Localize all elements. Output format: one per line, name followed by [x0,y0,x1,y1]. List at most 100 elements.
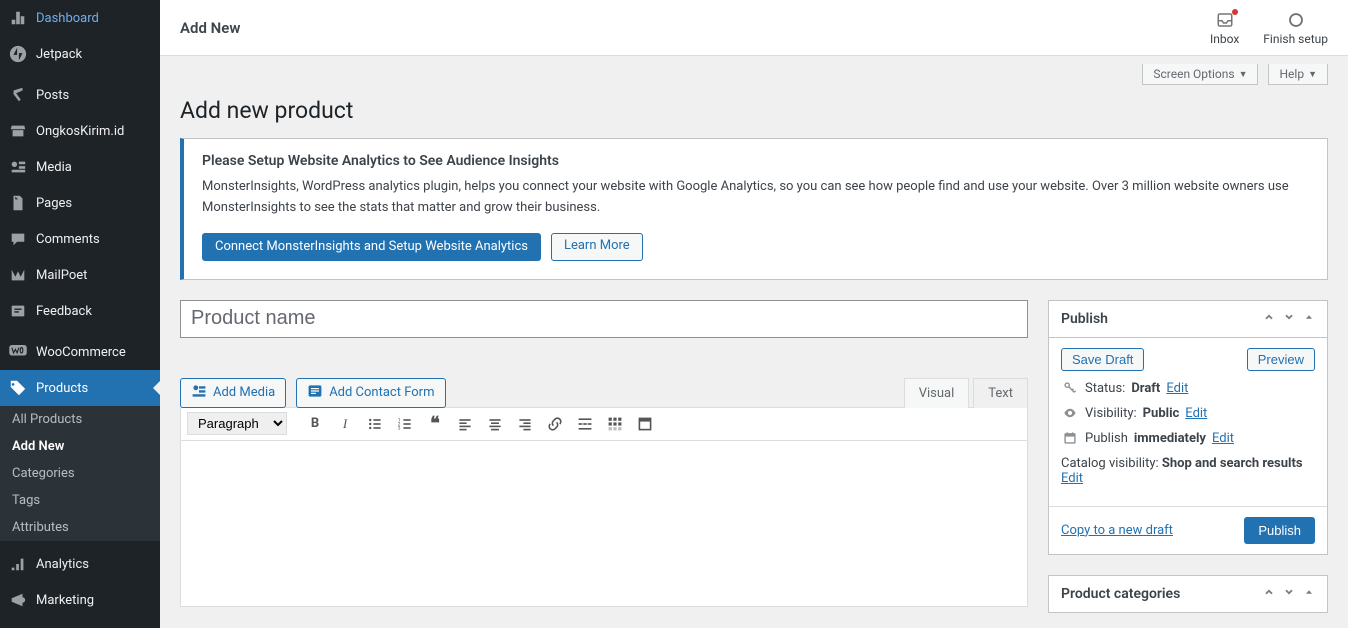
catalog-value: Shop and search results [1162,456,1303,471]
blockquote-button[interactable]: ❝ [421,411,449,437]
sidebar-item-mailpoet[interactable]: MailPoet [0,257,160,293]
move-up-button[interactable] [1263,586,1275,601]
move-down-button[interactable] [1283,586,1295,601]
align-center-button[interactable] [481,411,509,437]
sidebar-item-media[interactable]: Media [0,149,160,185]
publish-button[interactable]: Publish [1244,517,1315,544]
add-contact-form-button[interactable]: Add Contact Form [296,378,445,408]
catalog-label: Catalog visibility: [1061,456,1159,471]
visibility-value: Public [1143,406,1180,421]
submenu-all-products[interactable]: All Products [0,406,160,433]
save-draft-button[interactable]: Save Draft [1061,348,1144,371]
sidebar-item-label: Analytics [36,557,89,572]
bullet-list-button[interactable] [361,411,389,437]
categories-title: Product categories [1061,586,1180,602]
editor-toolbar-row: Paragraph B I 123 [181,408,1027,441]
fullscreen-button[interactable] [631,411,659,437]
admin-sidebar: Dashboard Jetpack Posts OngkosKirim.id M… [0,0,160,628]
woo-icon [8,342,28,362]
bold-button[interactable]: B [301,411,329,437]
connect-monsterinsights-button[interactable]: Connect MonsterInsights and Setup Websit… [202,233,541,261]
sidebar-item-woocommerce[interactable]: WooCommerce [0,334,160,370]
editor-tab-text[interactable]: Text [973,378,1028,408]
mailpoet-icon [8,265,28,285]
sidebar-item-label: WooCommerce [36,345,126,360]
inbox-button[interactable]: Inbox [1210,10,1239,46]
sidebar-item-comments[interactable]: Comments [0,221,160,257]
screen-options-button[interactable]: Screen Options ▼ [1142,64,1258,85]
insert-more-button[interactable] [571,411,599,437]
sidebar-item-label: MailPoet [36,268,87,283]
chevron-up-icon [1263,311,1275,323]
sidebar-item-label: Products [36,381,88,396]
sidebar-item-label: Jetpack [36,47,82,62]
analytics-icon [8,554,28,574]
submenu-categories[interactable]: Categories [0,460,160,487]
preview-button[interactable]: Preview [1247,348,1315,371]
sidebar-item-pages[interactable]: Pages [0,185,160,221]
sidebar-item-products[interactable]: Products [0,370,160,406]
sidebar-item-dashboard[interactable]: Dashboard [0,0,160,36]
chevron-up-icon [1263,586,1275,598]
eye-icon [1061,406,1079,420]
sidebar-item-marketing[interactable]: Marketing [0,582,160,618]
product-name-input[interactable] [180,300,1028,338]
media-icon [8,157,28,177]
copy-to-draft-link[interactable]: Copy to a new draft [1061,523,1173,538]
add-media-button[interactable]: Add Media [180,378,286,408]
sidebar-item-feedback[interactable]: Feedback [0,293,160,329]
publish-date-value: immediately [1134,431,1206,446]
sidebar-item-label: Pages [36,196,72,211]
edit-visibility-link[interactable]: Edit [1185,406,1207,421]
chevron-down-icon [1283,311,1295,323]
editor-tab-visual[interactable]: Visual [904,378,970,408]
visibility-label: Visibility: [1085,406,1137,421]
toggle-panel-button[interactable] [1303,311,1315,326]
svg-text:3: 3 [398,425,401,431]
sidebar-item-label: Marketing [36,593,94,608]
link-button[interactable] [541,411,569,437]
inbox-icon [1216,11,1234,29]
editor-content-area[interactable] [181,441,1027,606]
inbox-label: Inbox [1210,32,1239,46]
italic-button[interactable]: I [331,411,359,437]
sidebar-item-label: Posts [36,88,69,103]
sidebar-item-posts[interactable]: Posts [0,77,160,113]
chevron-down-icon: ▼ [1308,69,1317,80]
numbered-list-button[interactable]: 123 [391,411,419,437]
notification-dot [1232,9,1238,15]
sidebar-item-ongkoskirim[interactable]: OngkosKirim.id [0,113,160,149]
align-left-button[interactable] [451,411,479,437]
comments-icon [8,229,28,249]
edit-status-link[interactable]: Edit [1166,381,1188,396]
publish-date-label: Publish [1085,431,1128,446]
toggle-panel-button[interactable] [1303,586,1315,601]
caret-up-icon [1303,586,1315,598]
key-icon [1061,381,1079,395]
toolbar-toggle-button[interactable] [601,411,629,437]
edit-date-link[interactable]: Edit [1212,431,1234,446]
analytics-notice: Please Setup Website Analytics to See Au… [180,138,1328,280]
media-icon [191,383,207,403]
sidebar-item-jetpack[interactable]: Jetpack [0,36,160,72]
move-down-button[interactable] [1283,311,1295,326]
calendar-icon [1061,431,1079,445]
product-categories-metabox: Product categories [1048,575,1328,613]
help-button[interactable]: Help ▼ [1268,64,1328,85]
align-right-button[interactable] [511,411,539,437]
move-up-button[interactable] [1263,311,1275,326]
format-select[interactable]: Paragraph [187,412,287,435]
learn-more-button[interactable]: Learn More [551,233,643,261]
sidebar-item-label: Media [36,160,72,175]
marketing-icon [8,590,28,610]
submenu-attributes[interactable]: Attributes [0,514,160,541]
pages-icon [8,193,28,213]
finish-setup-button[interactable]: Finish setup [1263,10,1328,46]
edit-catalog-link[interactable]: Edit [1061,471,1083,486]
notice-body: MonsterInsights, WordPress analytics plu… [202,177,1309,219]
submenu-add-new[interactable]: Add New [0,433,160,460]
sidebar-item-label: OngkosKirim.id [36,124,124,139]
finish-setup-label: Finish setup [1263,32,1328,46]
sidebar-item-analytics[interactable]: Analytics [0,546,160,582]
submenu-tags[interactable]: Tags [0,487,160,514]
